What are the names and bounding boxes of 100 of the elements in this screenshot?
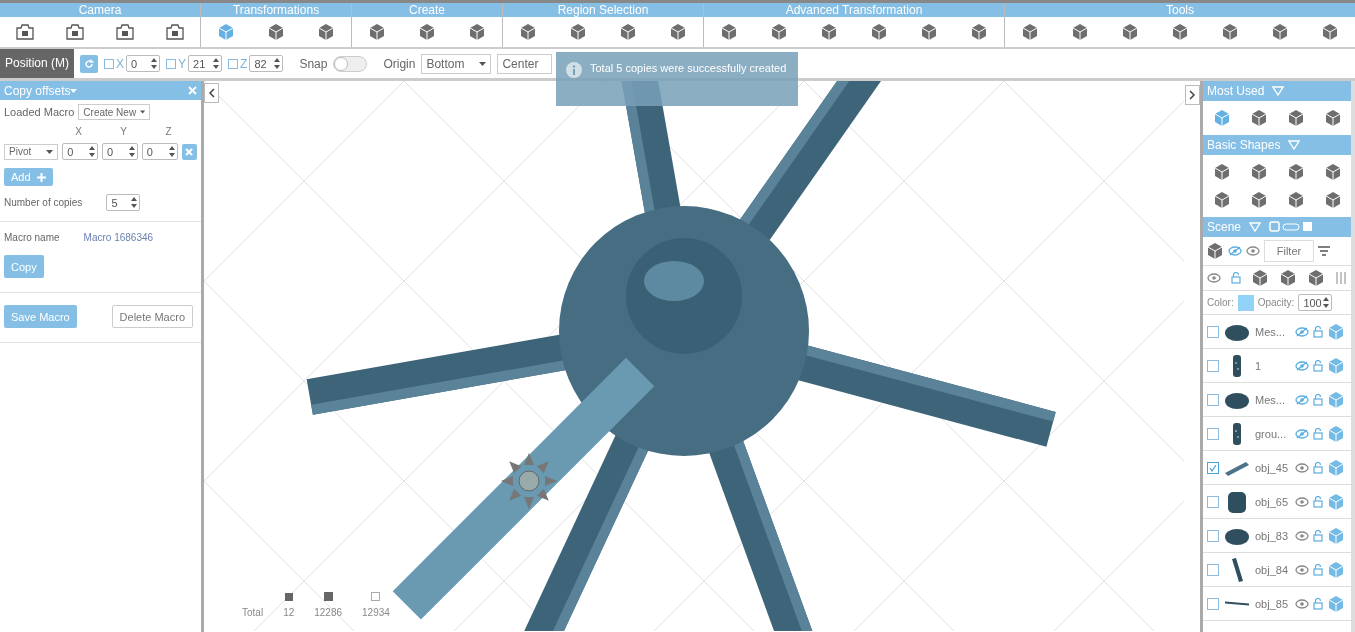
mode-label: Position (M): [0, 49, 74, 78]
eye-icon[interactable]: [1295, 598, 1309, 609]
spinner-arrows-icon[interactable]: [1323, 297, 1330, 308]
item-checkbox[interactable]: [1207, 529, 1219, 542]
item-checkbox[interactable]: [1207, 495, 1219, 508]
number-field[interactable]: 0: [62, 143, 98, 160]
item-checkbox[interactable]: [1207, 427, 1219, 440]
stats-value: 12: [283, 607, 295, 618]
chevron-right-icon: [1189, 90, 1196, 100]
axis-value-field[interactable]: 82: [249, 55, 284, 72]
cube-icon: [519, 23, 537, 41]
spinner-arrows-icon[interactable]: [131, 197, 138, 208]
column-header: X: [74, 126, 83, 137]
axis-value-field[interactable]: 21: [188, 55, 223, 72]
opacity-field[interactable]: 100: [1298, 294, 1333, 311]
item-checkbox[interactable]: [1207, 393, 1219, 406]
scene-item[interactable]: obj_85: [1203, 587, 1351, 621]
delete-macro-button[interactable]: Delete Macro: [111, 305, 193, 328]
3d-viewport[interactable]: Total 12 12286 12934: [204, 81, 1200, 632]
item-checkbox[interactable]: [1207, 461, 1219, 474]
axis-label: Y: [178, 56, 187, 71]
cube-icon: [1071, 23, 1089, 41]
cube-icon: [1327, 492, 1345, 511]
spinner-arrows-icon[interactable]: [88, 146, 95, 157]
origin-horizontal-select[interactable]: Center: [497, 53, 553, 74]
scene-item[interactable]: Mes...: [1203, 315, 1351, 349]
cube-icon: [870, 23, 888, 41]
square-icon: [323, 592, 333, 601]
spinner-arrows-icon[interactable]: [274, 58, 281, 69]
scene-item[interactable]: obj_45: [1203, 451, 1351, 485]
item-checkbox[interactable]: [1207, 563, 1219, 576]
cube-icon: [1121, 23, 1139, 41]
cube-icon: [770, 23, 788, 41]
macro-name-label: Macro name: [4, 232, 60, 243]
filter-icon[interactable]: [1318, 246, 1330, 256]
axis-value-field[interactable]: 0: [126, 55, 161, 72]
view-toggle-icon[interactable]: [1269, 221, 1314, 233]
cube-icon: [418, 23, 436, 41]
spinner-arrows-icon[interactable]: [213, 58, 220, 69]
column-header: Y: [119, 126, 128, 137]
color-swatch[interactable]: [1237, 294, 1254, 311]
copies-field[interactable]: 5: [106, 194, 141, 211]
item-checkbox[interactable]: [1207, 359, 1219, 372]
chevron-left-icon: [208, 88, 215, 98]
number-field[interactable]: 0: [141, 143, 178, 160]
cube-icon: [970, 23, 988, 41]
cube-icon: [1321, 23, 1339, 41]
origin-vertical-select[interactable]: Bottom: [421, 53, 492, 74]
eye-icon[interactable]: [1295, 530, 1309, 541]
cube-icon: [267, 23, 285, 41]
spinner-arrows-icon[interactable]: [151, 58, 158, 69]
refresh-icon: [84, 58, 94, 69]
panel-title: Basic Shapes: [1207, 138, 1281, 152]
snap-toggle[interactable]: [333, 55, 368, 72]
loaded-macro-select[interactable]: Create New: [78, 104, 151, 120]
item-name: obj_45: [1255, 461, 1290, 474]
item-name: Mes...: [1255, 393, 1286, 406]
eye-icon[interactable]: [1207, 273, 1221, 283]
collapse-left-button[interactable]: [204, 83, 219, 103]
cube-icon: [1327, 594, 1345, 613]
camera-icon: [116, 24, 134, 40]
stats-value: 12286: [314, 607, 343, 618]
eye-icon[interactable]: [1295, 496, 1309, 507]
panel-title: Copy offsets: [4, 83, 71, 98]
panel-title: Most Used: [1207, 84, 1265, 98]
offset-mode-select[interactable]: Pivot: [4, 143, 59, 160]
item-name: obj_84: [1255, 563, 1290, 576]
caret-icon: [479, 61, 487, 66]
eye-icon[interactable]: [1295, 462, 1309, 473]
copies-label: Number of copies: [4, 197, 83, 208]
eye-icon[interactable]: [1295, 564, 1309, 575]
scene-item[interactable]: 1: [1203, 349, 1351, 383]
eye-icon[interactable]: [1246, 246, 1260, 256]
cube-icon: [1251, 269, 1269, 287]
axis-checkbox[interactable]: [166, 58, 177, 69]
number-field[interactable]: 0: [101, 143, 138, 160]
scene-item[interactable]: Mes...: [1203, 383, 1351, 417]
cube-icon: [1286, 109, 1305, 127]
shape-icon: [1323, 163, 1342, 181]
axis-checkbox[interactable]: [228, 58, 239, 69]
item-checkbox[interactable]: [1207, 597, 1219, 610]
scene-item[interactable]: obj_83: [1203, 519, 1351, 553]
collapse-right-button[interactable]: [1185, 85, 1200, 105]
scene-item[interactable]: grou...: [1203, 417, 1351, 451]
scene-item[interactable]: obj_84: [1203, 553, 1351, 587]
shape-icon: [1212, 191, 1231, 209]
cube-icon: [720, 23, 738, 41]
item-checkbox[interactable]: [1207, 325, 1219, 338]
spinner-arrows-icon[interactable]: [128, 146, 135, 157]
camera-icon: [66, 24, 84, 40]
spinner-arrows-icon[interactable]: [168, 146, 175, 157]
notification-message: Total 5 copies were successfully created: [590, 62, 787, 76]
scene-item[interactable]: obj_65: [1203, 485, 1351, 519]
sliders-icon[interactable]: [1335, 272, 1347, 284]
cube-icon: [1307, 269, 1325, 287]
filter-field[interactable]: Filter: [1264, 240, 1314, 262]
cube-icon: [1327, 458, 1345, 477]
ribbon-group-label: Tools: [1005, 3, 1355, 17]
axis-checkbox[interactable]: [104, 58, 114, 69]
stats-label: Total: [242, 607, 264, 618]
